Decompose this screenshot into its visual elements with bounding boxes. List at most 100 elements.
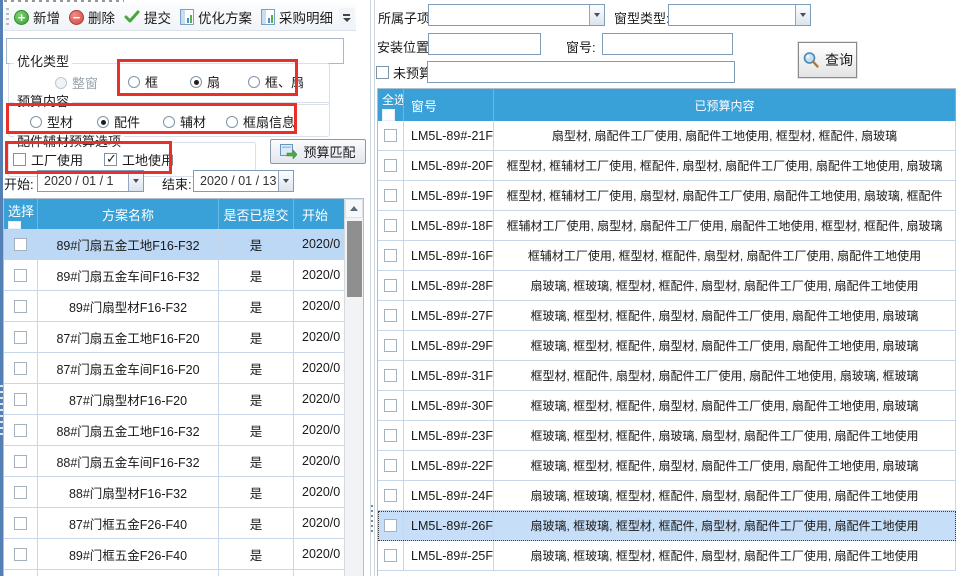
row-checkbox[interactable] [384,309,397,322]
submit-button[interactable]: 提交 [124,7,171,27]
window-row[interactable]: LM5L-89#-27F25 框玻璃, 框型材, 框配件, 扇型材, 扇配件工厂… [378,301,956,331]
no-budget-checkbox[interactable] [376,66,389,79]
checkbox-icon[interactable] [104,153,117,166]
row-checkbox[interactable] [384,549,397,562]
radio-frame-sash-info[interactable]: 框扇信息 [226,112,295,131]
row-checkbox[interactable] [384,279,397,292]
row-checkbox[interactable] [384,339,397,352]
row-checkbox[interactable] [384,219,397,232]
radio-icon[interactable] [128,76,140,88]
row-checkbox[interactable] [384,369,397,382]
row-checkbox[interactable] [14,393,27,406]
divider-grip-icon[interactable] [371,505,373,533]
plan-row[interactable]: 88#门框五金F21-F40 是 2020/0 [4,570,363,576]
plan-row[interactable]: 88#门扇五金车间F16-F32 是 2020/0 [4,446,363,477]
radio-icon[interactable] [97,116,109,128]
sub-item-combobox[interactable] [428,4,605,26]
plan-row[interactable]: 89#门扇五金车间F16-F32 是 2020/0 [4,260,363,291]
plan-name-header[interactable]: 方案名称 [38,199,219,229]
row-checkbox[interactable] [14,331,27,344]
no-budget-input[interactable] [427,61,735,83]
budgeted-content-header[interactable]: 已预算内容 [494,89,956,121]
row-checkbox[interactable] [384,519,397,532]
end-date-dropdown-button[interactable] [278,171,293,191]
delete-button[interactable]: − 删除 [69,7,115,27]
window-row[interactable]: LM5L-89#-22F20 框玻璃, 框型材, 框配件, 扇型材, 扇配件工厂… [378,451,956,481]
plan-row[interactable]: 89#门框五金F26-F40 是 2020/0 [4,539,363,570]
plan-row[interactable]: 89#门扇五金工地F16-F32 是 2020/0 [4,229,363,260]
row-checkbox[interactable] [14,548,27,561]
radio-auxiliary[interactable]: 辅材 [163,112,206,131]
radio-icon[interactable] [190,76,202,88]
row-checkbox[interactable] [384,159,397,172]
window-row[interactable]: LM5L-89#-20F18 框型材, 框辅材工厂使用, 框配件, 扇型材, 扇… [378,151,956,181]
window-type-combobox[interactable] [668,4,811,26]
plan-row[interactable]: 89#门扇型材F16-F32 是 2020/0 [4,291,363,322]
plans-table-scrollbar[interactable] [344,199,363,576]
window-row[interactable]: LM5L-89#-31F29 框型材, 框配件, 扇型材, 扇配件工厂使用, 扇… [378,361,956,391]
row-checkbox[interactable] [384,399,397,412]
row-checkbox[interactable] [384,459,397,472]
plan-row[interactable]: 88#门扇型材F16-F32 是 2020/0 [4,477,363,508]
row-checkbox[interactable] [384,129,397,142]
purchase-detail-button[interactable]: 采购明细 [261,7,347,27]
plan-row[interactable]: 87#门扇型材F16-F20 是 2020/0 [4,384,363,415]
toolbar-overflow-button[interactable] [339,8,354,28]
window-row[interactable]: LM5L-89#-21F19 扇型材, 扇配件工厂使用, 扇配件工地使用, 框型… [378,121,956,151]
install-position-input[interactable] [428,33,541,55]
start-date-dropdown-button[interactable] [128,171,143,191]
window-row[interactable]: LM5L-89#-30F28 框玻璃, 框型材, 框配件, 扇型材, 扇配件工厂… [378,391,956,421]
window-row[interactable]: LM5L-89#-19F17 框型材, 框辅材工厂使用, 扇型材, 扇配件工厂使… [378,181,956,211]
radio-whole-window[interactable]: 整窗 [55,73,98,92]
query-button[interactable]: 查询 [798,42,857,78]
row-checkbox[interactable] [14,517,27,530]
select-all-checkbox[interactable] [8,221,21,229]
row-checkbox[interactable] [14,300,27,313]
row-checkbox[interactable] [384,489,397,502]
window-row[interactable]: LM5L-89#-28F26 扇玻璃, 框玻璃, 框型材, 框配件, 扇型材, … [378,271,956,301]
row-checkbox[interactable] [14,424,27,437]
radio-icon[interactable] [226,116,238,128]
plan-row[interactable]: 87#门框五金F26-F40 是 2020/0 [4,508,363,539]
budget-match-button[interactable]: 预算匹配 [270,139,366,164]
checkbox-icon[interactable] [13,153,26,166]
radio-profile[interactable]: 型材 [30,112,73,131]
select-all-checkbox[interactable] [382,109,395,121]
radio-icon[interactable] [163,116,175,128]
window-row[interactable]: LM5L-89#-26F24 扇玻璃, 框玻璃, 框型材, 框配件, 扇型材, … [378,511,956,541]
sub-item-dropdown-button[interactable] [589,5,604,25]
row-checkbox[interactable] [384,249,397,262]
start-date-picker[interactable]: 2020 / 01 / 1 [37,170,144,192]
scroll-up-button[interactable] [345,199,363,218]
window-number-input[interactable] [602,33,733,55]
row-checkbox[interactable] [384,429,397,442]
add-button[interactable]: + 新增 [14,7,60,27]
plan-row[interactable]: 88#门扇五金工地F16-F32 是 2020/0 [4,415,363,446]
radio-sash[interactable]: 扇 [190,72,220,91]
toolbar-grip-icon[interactable] [6,8,9,27]
radio-icon[interactable] [55,77,67,89]
row-checkbox[interactable] [14,455,27,468]
submitted-header[interactable]: 是否已提交 [219,199,294,229]
radio-frame[interactable]: 框 [128,72,158,91]
window-row[interactable]: LM5L-89#-23F21 框玻璃, 框型材, 框配件, 扇玻璃, 扇型材, … [378,421,956,451]
window-row[interactable]: LM5L-89#-18F16 框辅材工厂使用, 扇型材, 扇配件工厂使用, 扇配… [378,211,956,241]
checkbox-site-use[interactable]: 工地使用 [104,150,174,169]
optimize-plan-button[interactable]: 优化方案 [180,7,252,27]
row-checkbox[interactable] [14,362,27,375]
radio-frame-sash[interactable]: 框、扇 [248,72,304,91]
window-row[interactable]: LM5L-89#-25F23 扇玻璃, 框玻璃, 框型材, 框配件, 扇型材, … [378,541,956,571]
window-number-header[interactable]: 窗号 [404,89,494,121]
row-checkbox[interactable] [14,486,27,499]
window-row[interactable]: LM5L-89#-16F15 框辅材工厂使用, 框型材, 框配件, 扇型材, 扇… [378,241,956,271]
end-date-picker[interactable]: 2020 / 01 / 13 [193,170,294,192]
radio-icon[interactable] [30,116,42,128]
row-checkbox[interactable] [384,189,397,202]
window-type-dropdown-button[interactable] [795,5,810,25]
plan-row[interactable]: 87#门扇五金工地F16-F20 是 2020/0 [4,322,363,353]
radio-icon[interactable] [248,76,260,88]
window-row[interactable]: LM5L-89#-24F22 扇玻璃, 框玻璃, 框型材, 框配件, 扇型材, … [378,481,956,511]
row-checkbox[interactable] [14,269,27,282]
radio-accessory[interactable]: 配件 [97,112,140,131]
row-checkbox[interactable] [14,238,27,251]
